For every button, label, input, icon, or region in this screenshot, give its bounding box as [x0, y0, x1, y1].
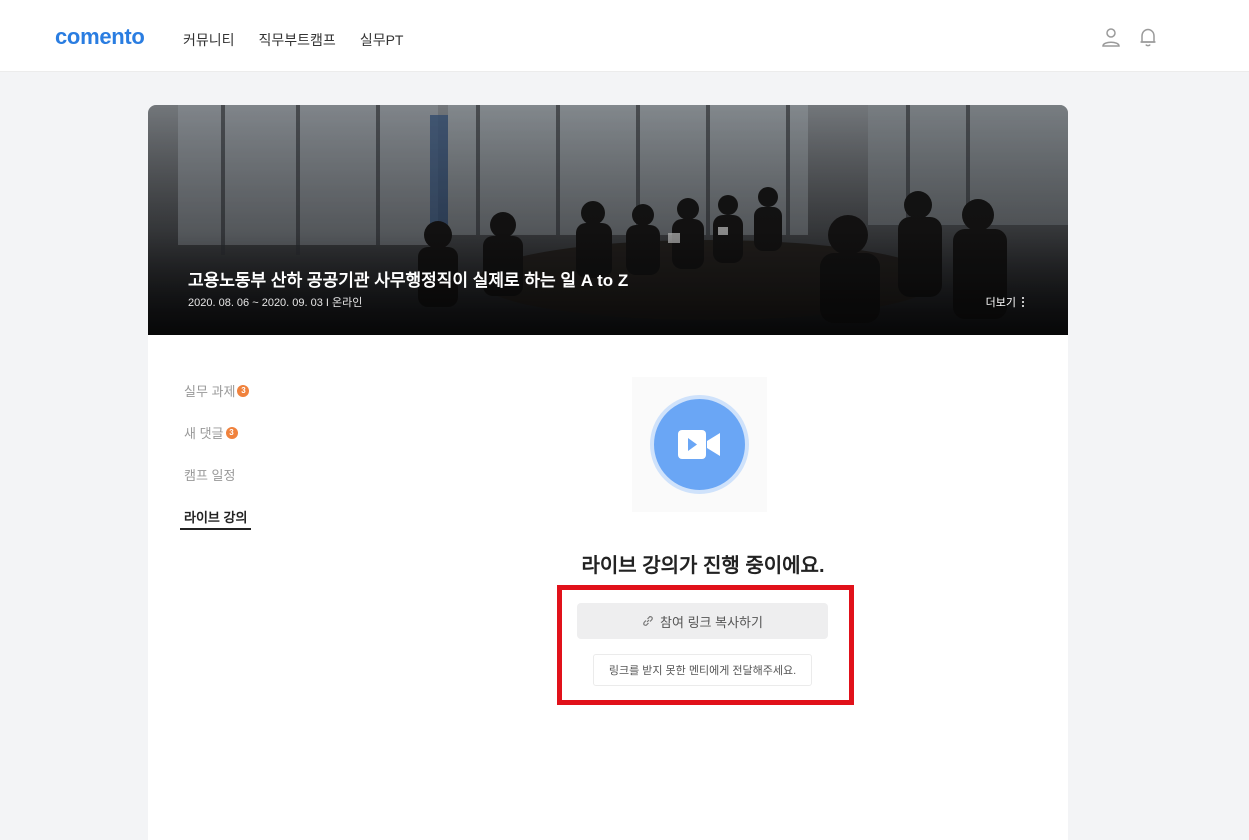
live-status-title: 라이브 강의가 진행 중이에요.	[581, 555, 825, 577]
camp-card: 고용노동부 산하 공공기관 사무행정직이 실제로 하는 일 A to Z 202…	[148, 105, 1068, 840]
sidebar-item-label: 캠프 일정	[184, 468, 236, 483]
sidebar-item-label: 실무 과제	[184, 384, 236, 399]
sidebar-item-label: 새 댓글	[184, 426, 224, 441]
sidebar-item-camp-schedule[interactable]: 캠프 일정	[184, 465, 235, 484]
sidebar-item-label: 라이브 강의	[184, 510, 248, 525]
highlight-annotation-box	[557, 585, 854, 705]
main-nav: 커뮤니티 직무부트캠프 실무PT	[183, 30, 403, 50]
nav-item-community[interactable]: 커뮤니티	[183, 30, 235, 50]
sidebar-item-new-comments[interactable]: 새 댓글 3	[184, 423, 238, 442]
notification-badge: 3	[225, 426, 238, 439]
camp-schedule: 2020. 08. 06 ~ 2020. 09. 03 I 온라인	[188, 297, 363, 309]
bell-icon[interactable]	[1137, 26, 1159, 48]
nav-item-practical-pt[interactable]: 실무PT	[360, 30, 404, 50]
video-camera-icon	[650, 395, 749, 494]
more-dots-icon	[1022, 297, 1024, 307]
more-button[interactable]: 더보기	[986, 294, 1024, 310]
camp-sidebar: 실무 과제 3 새 댓글 3 캠프 일정 라이브 강의	[148, 335, 338, 840]
top-navigation-bar: comento 커뮤니티 직무부트캠프 실무PT	[0, 0, 1249, 72]
user-icon[interactable]	[1100, 26, 1122, 48]
comento-logo[interactable]: comento	[55, 24, 145, 50]
camp-title: 고용노동부 산하 공공기관 사무행정직이 실제로 하는 일 A to Z	[188, 271, 629, 290]
nav-item-bootcamp[interactable]: 직무부트캠프	[259, 30, 336, 50]
notification-badge: 3	[237, 384, 250, 397]
camp-banner: 고용노동부 산하 공공기관 사무행정직이 실제로 하는 일 A to Z 202…	[148, 105, 1068, 335]
sidebar-item-assignments[interactable]: 실무 과제 3	[184, 381, 250, 400]
active-tab-indicator	[180, 528, 251, 530]
more-label: 더보기	[985, 297, 1016, 309]
sidebar-item-live-lecture[interactable]: 라이브 강의	[184, 507, 247, 526]
live-video-illustration	[632, 377, 767, 512]
